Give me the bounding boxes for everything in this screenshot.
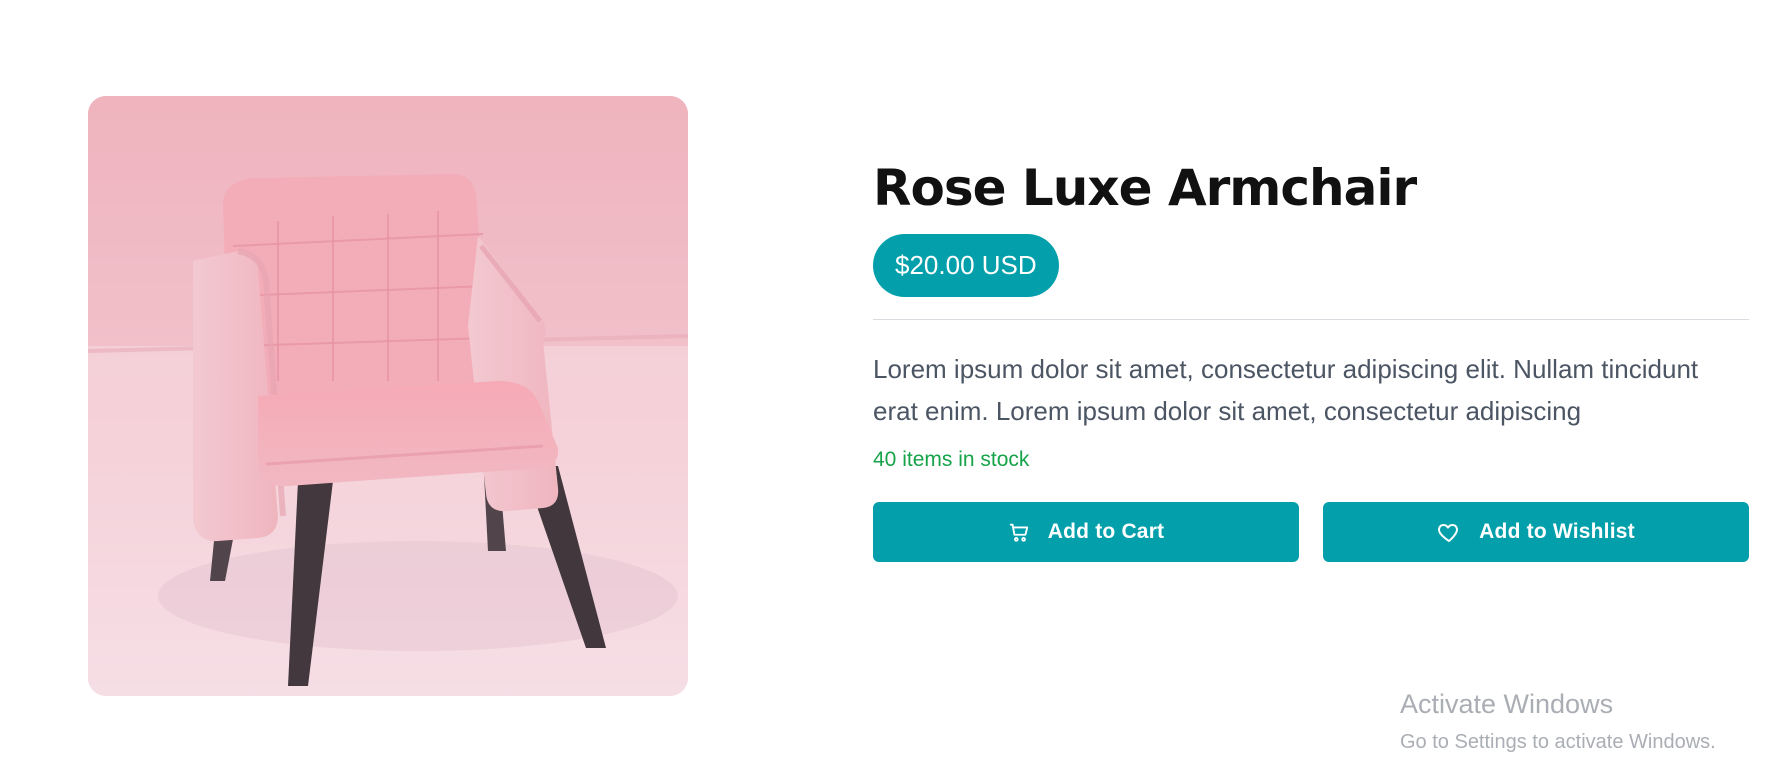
watermark-title: Activate Windows	[1400, 689, 1614, 719]
product-title: Rose Luxe Armchair	[873, 159, 1417, 217]
add-to-cart-button[interactable]: Add to Cart	[873, 502, 1299, 562]
product-description: Lorem ipsum dolor sit amet, consectetur …	[873, 354, 1699, 426]
product-image	[88, 96, 688, 696]
heart-icon	[1437, 520, 1461, 544]
product-actions: Add to Cart Add to Wishlist	[873, 502, 1749, 562]
stock-status: 40 items in stock	[873, 448, 1030, 471]
add-to-cart-label: Add to Cart	[1047, 520, 1165, 543]
add-to-wishlist-label: Add to Wishlist	[1479, 520, 1635, 543]
price-badge: $20.00 USD	[873, 234, 1059, 297]
product-details: Rose Luxe Armchair $20.00 USD Lorem ipsu…	[873, 160, 1749, 562]
divider	[873, 319, 1749, 320]
windows-activation-watermark: Activate Windows Go to Settings to activ…	[1400, 689, 1716, 754]
product-image-svg	[88, 96, 688, 696]
cart-icon	[1008, 521, 1030, 543]
watermark-subtitle: Go to Settings to activate Windows.	[1400, 730, 1716, 753]
add-to-wishlist-button[interactable]: Add to Wishlist	[1323, 502, 1749, 562]
